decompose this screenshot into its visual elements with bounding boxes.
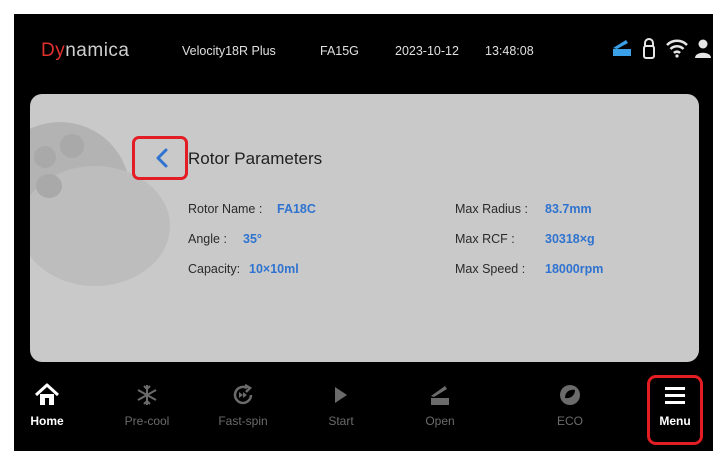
menu-highlight xyxy=(647,375,703,445)
brand-suffix: namica xyxy=(65,40,130,61)
capacity-label: Capacity: xyxy=(188,262,241,276)
lid-open-icon xyxy=(400,380,480,410)
fast-spin-icon xyxy=(203,380,283,410)
nav-eco[interactable]: ECO xyxy=(530,380,610,428)
nav-fast-spin[interactable]: Fast-spin xyxy=(203,380,283,428)
rotor-parameters-panel: Rotor Parameters Rotor Name : FA18C Angl… xyxy=(30,94,699,362)
wifi-icon xyxy=(666,38,688,63)
max-speed-label: Max Speed : xyxy=(455,262,526,276)
status-bar: Dynamica Velocity18R Plus FA15G 2023-10-… xyxy=(14,14,713,86)
brand-logo: Dynamica xyxy=(41,40,129,62)
status-time: 13:48:08 xyxy=(485,44,534,58)
max-speed-value: 18000rpm xyxy=(545,262,604,276)
max-radius-label: Max Radius : xyxy=(455,202,528,216)
max-rcf-value: 30318×g xyxy=(545,232,595,246)
bottom-nav: Home Pre-cool Fast-spin Start Open ECO M… xyxy=(14,370,713,451)
rotor-name-value: FA18C xyxy=(277,202,316,216)
rotor-hole xyxy=(34,146,56,168)
nav-fast-spin-label: Fast-spin xyxy=(218,414,268,428)
lock-icon xyxy=(642,38,656,65)
chevron-left-icon xyxy=(154,147,170,174)
nav-pre-cool[interactable]: Pre-cool xyxy=(107,380,187,428)
max-radius-value: 83.7mm xyxy=(545,202,592,216)
play-icon xyxy=(301,380,381,410)
back-button[interactable] xyxy=(132,136,188,180)
nav-home-label: Home xyxy=(30,414,64,428)
angle-value: 35° xyxy=(243,232,262,246)
snowflake-icon xyxy=(107,380,187,410)
nav-pre-cool-label: Pre-cool xyxy=(124,414,170,428)
status-date: 2023-10-12 xyxy=(395,44,459,58)
nav-open-label: Open xyxy=(425,414,455,428)
nav-start-label: Start xyxy=(328,414,354,428)
rotor-code: FA15G xyxy=(320,44,359,58)
rotor-name-label: Rotor Name : xyxy=(188,202,263,216)
eco-icon xyxy=(530,380,610,410)
user-icon xyxy=(694,38,712,63)
model-name: Velocity18R Plus xyxy=(182,44,276,58)
lid-open-icon xyxy=(611,38,633,63)
angle-label: Angle : xyxy=(188,232,227,246)
max-rcf-label: Max RCF : xyxy=(455,232,515,246)
nav-home[interactable]: Home xyxy=(7,380,87,428)
capacity-value: 10×10ml xyxy=(249,262,299,276)
nav-eco-label: ECO xyxy=(556,414,583,428)
nav-open[interactable]: Open xyxy=(400,380,480,428)
rotor-hole xyxy=(36,174,62,198)
nav-start[interactable]: Start xyxy=(301,380,381,428)
brand-prefix: Dy xyxy=(41,40,66,61)
home-icon xyxy=(7,380,87,410)
page-title: Rotor Parameters xyxy=(188,149,323,168)
rotor-hole xyxy=(60,134,84,158)
device-screen: Dynamica Velocity18R Plus FA15G 2023-10-… xyxy=(14,14,713,451)
